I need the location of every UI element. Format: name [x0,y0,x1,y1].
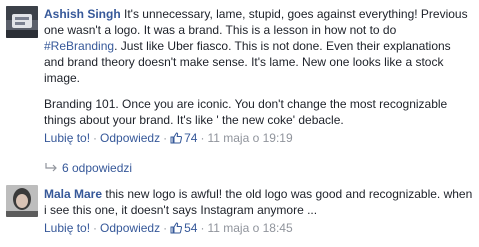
comment-text-part: this new logo is awful! the old logo was… [44,187,473,217]
thumbs-up-icon [170,132,183,144]
reply-button[interactable]: Odpowiedz [100,221,160,235]
like-count[interactable]: 54 [170,221,197,235]
timestamp[interactable]: 11 maja o 19:19 [207,131,292,145]
avatar[interactable] [6,6,38,38]
comment-author[interactable]: Ashish Singh [44,7,121,21]
comment-body: Ashish Singh It's unnecessary, lame, stu… [44,6,473,146]
comment-body: Mala Mare this new logo is awful! the ol… [44,186,473,236]
comment-actions: Lubię to! · Odpowiedz · 74 · 11 maja o 19:19 [44,130,473,146]
comment-text-paragraph: Branding 101. Once you are iconic. You d… [44,97,448,127]
separator: · [163,221,168,235]
avatar[interactable] [6,185,38,217]
thumbs-up-icon [170,222,183,234]
separator: · [163,131,168,145]
like-button[interactable]: Lubię to! [44,221,90,235]
comment-actions: Lubię to! · Odpowiedz · 54 · 11 maja o 18:45 [44,220,473,236]
separator: · [200,131,205,145]
avatar-icon [6,6,38,38]
separator: · [200,221,205,235]
like-count-value: 74 [184,131,198,145]
view-replies-link[interactable]: 6 odpowiedzi [44,160,132,176]
like-count-value: 54 [184,221,198,235]
reply-button[interactable]: Odpowiedz [100,131,160,145]
like-button[interactable]: Lubię to! [44,131,90,145]
reply-arrow-icon [45,163,57,172]
comment-author[interactable]: Mala Mare [44,187,102,201]
comment-text: Mala Mare this new logo is awful! the ol… [44,186,473,218]
separator: · [93,131,98,145]
timestamp[interactable]: 11 maja o 18:45 [207,221,292,235]
comment-text: Ashish Singh It's unnecessary, lame, stu… [44,6,473,86]
avatar-icon [6,185,38,217]
view-replies-label: 6 odpowiedzi [62,161,133,175]
like-count[interactable]: 74 [170,131,197,145]
hashtag-link[interactable]: #ReBranding [44,39,114,53]
separator: · [93,221,98,235]
